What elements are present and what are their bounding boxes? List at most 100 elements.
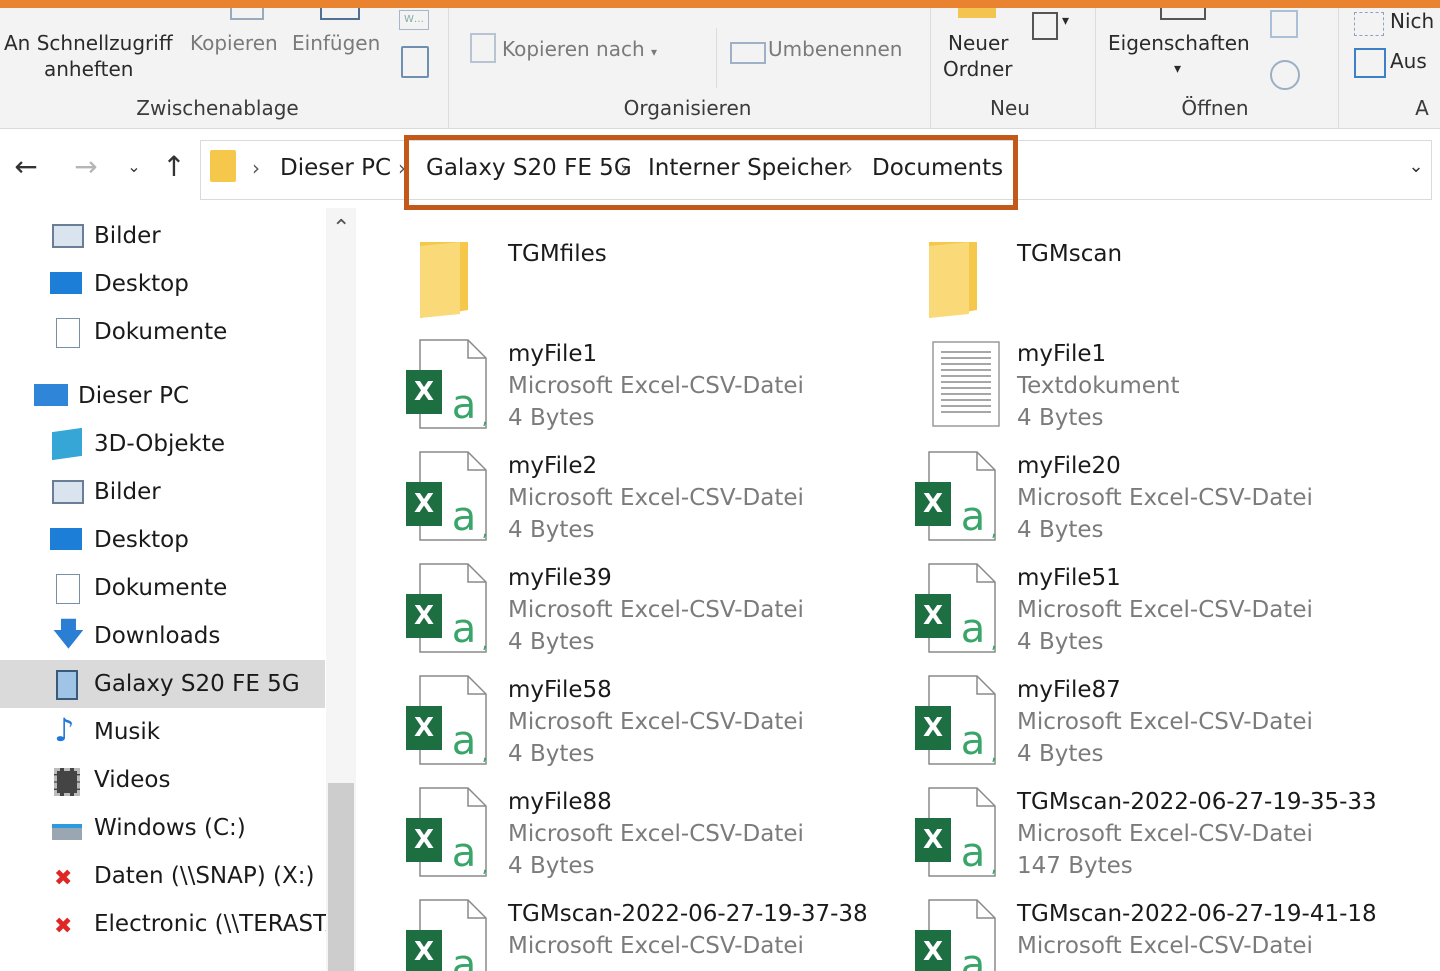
copy-button[interactable]: Kopieren — [190, 30, 278, 56]
excel-csv-icon: Xa, — [406, 338, 492, 438]
ribbon-separator — [448, 8, 449, 128]
file-type: Microsoft Excel-CSV-Datei — [1017, 485, 1313, 511]
sidebar-item-documents[interactable]: Dokumente — [0, 564, 325, 612]
copy-path-icon[interactable]: W… — [399, 10, 429, 30]
scroll-up-chevron-icon[interactable]: ⌃ — [332, 216, 350, 241]
properties-button[interactable]: Eigenschaften — [1108, 30, 1250, 56]
computer-icon — [34, 384, 68, 406]
sidebar-item-galaxy-s20[interactable]: Galaxy S20 FE 5G — [0, 660, 325, 708]
rename-button[interactable]: Umbenennen — [768, 36, 902, 62]
address-dropdown-chevron-icon[interactable]: ⌄ — [1400, 150, 1432, 184]
back-arrow-icon[interactable]: ← — [10, 150, 42, 184]
properties-dropdown-icon[interactable]: ▾ — [1174, 56, 1181, 82]
file-tile[interactable]: Xa, myFile88 Microsoft Excel-CSV-Datei 4 By… — [356, 786, 856, 894]
file-tile[interactable]: Xa, myFile51 Microsoft Excel-CSV-Datei 4 By… — [865, 562, 1365, 670]
pin-to-quick-access-button[interactable]: An Schnellzugriff — [4, 30, 173, 56]
file-tile[interactable]: Xa, myFile58 Microsoft Excel-CSV-Datei 4 By… — [356, 674, 856, 782]
sidebar-item-label: Bilder — [94, 223, 161, 249]
file-tile[interactable]: Xa, myFile2 Microsoft Excel-CSV-Datei 4 Byt… — [356, 450, 856, 558]
sidebar-item-windows-c[interactable]: Windows (C:) — [0, 804, 325, 852]
sidebar-item-daten-x[interactable]: ✖ Daten (\\SNAP) (X:) — [0, 852, 325, 900]
svg-text:a: a — [961, 606, 986, 652]
file-tile[interactable]: myFile1 Textdokument 4 Bytes — [865, 338, 1365, 446]
file-tile[interactable]: Xa, myFile1 Microsoft Excel-CSV-Datei 4 Byt… — [356, 338, 856, 446]
file-tile[interactable]: TGMscan — [865, 238, 1365, 346]
file-type: Microsoft Excel-CSV-Datei — [1017, 933, 1313, 959]
sidebar-item-pictures[interactable]: Bilder — [0, 468, 325, 516]
sidebar-item-desktop[interactable]: Desktop — [0, 516, 325, 564]
sidebar-item-label: Desktop — [94, 527, 189, 553]
sidebar-item-label: Dokumente — [94, 319, 228, 345]
excel-csv-icon: Xa, — [915, 786, 1001, 886]
svg-text:,: , — [482, 856, 488, 877]
svg-text:,: , — [991, 632, 997, 653]
paste-shortcut-icon[interactable] — [401, 46, 429, 78]
nav-scrollbar-thumb[interactable] — [328, 783, 354, 971]
file-type: Microsoft Excel-CSV-Datei — [1017, 709, 1313, 735]
sidebar-item-pictures-quick[interactable]: Bilder — [0, 212, 325, 260]
sidebar-item-electronic[interactable]: ✖ Electronic (\\TERASTA — [0, 900, 341, 948]
file-tile[interactable]: Xa, myFile20 Microsoft Excel-CSV-Datei 4 By… — [865, 450, 1365, 558]
file-tile[interactable]: Xa, TGMscan-2022-06-27-19-37-38 Microsoft … — [356, 898, 868, 971]
new-item-dropdown-icon[interactable]: ▾ — [1062, 8, 1069, 34]
copy-icon — [320, 8, 360, 20]
recent-locations-chevron-icon[interactable]: ⌄ — [118, 150, 150, 184]
new-folder-button[interactable]: Neuer — [948, 30, 1008, 56]
sidebar-item-this-pc[interactable]: Dieser PC — [0, 372, 325, 420]
path-highlight-box — [404, 135, 1018, 210]
ribbon-separator — [716, 28, 717, 88]
breadcrumb-chevron-icon[interactable]: › — [252, 150, 260, 186]
svg-text:,: , — [482, 744, 488, 765]
up-arrow-icon[interactable]: ↑ — [158, 150, 190, 184]
svg-text:a: a — [452, 718, 477, 764]
file-name: myFile2 — [508, 453, 598, 479]
sidebar-item-videos[interactable]: Videos — [0, 756, 325, 804]
breadcrumb-this-pc[interactable]: Dieser PC — [280, 150, 391, 186]
disconnected-network-drive-icon: ✖ — [54, 914, 73, 939]
svg-text:a: a — [961, 494, 986, 540]
file-tile[interactable]: Xa, TGMscan-2022-06-27-19-41-18 Microsoft … — [865, 898, 1377, 971]
file-size: 4 Bytes — [1017, 741, 1104, 767]
file-type: Microsoft Excel-CSV-Datei — [508, 373, 804, 399]
copy-to-button[interactable]: Kopieren nach ▾ — [502, 36, 657, 65]
file-tile[interactable]: Xa, myFile87 Microsoft Excel-CSV-Datei 4 By… — [865, 674, 1365, 782]
copy-to-icon — [470, 33, 496, 63]
file-name: myFile88 — [508, 789, 612, 815]
phone-device-icon — [56, 670, 78, 700]
history-icon[interactable] — [1270, 60, 1300, 90]
file-name: myFile51 — [1017, 565, 1121, 591]
sidebar-item-label: Dieser PC — [78, 383, 190, 409]
pin-icon — [230, 8, 264, 20]
paste-button[interactable]: Einfügen — [292, 30, 380, 56]
new-item-icon[interactable] — [1032, 12, 1058, 40]
sidebar-item-label: Musik — [94, 719, 161, 745]
select-none-button[interactable]: Nich — [1390, 8, 1434, 34]
file-size: 147 Bytes — [1017, 853, 1133, 879]
invert-selection-button[interactable]: Aus — [1390, 48, 1427, 74]
forward-arrow-icon[interactable]: → — [70, 150, 102, 184]
file-size: 4 Bytes — [508, 405, 595, 431]
svg-text:a: a — [452, 942, 477, 971]
invert-selection-icon — [1354, 48, 1386, 78]
file-tile[interactable]: Xa, myFile39 Microsoft Excel-CSV-Datei 4 By… — [356, 562, 856, 670]
window-accent-bar — [0, 0, 1440, 8]
file-tile[interactable]: Xa, TGMscan-2022-06-27-19-35-33 Microsoft … — [865, 786, 1377, 894]
file-size: 4 Bytes — [1017, 629, 1104, 655]
file-tile[interactable]: TGMfiles — [356, 238, 856, 346]
folder-icon — [915, 238, 1001, 338]
edit-icon[interactable] — [1270, 10, 1298, 38]
file-type: Microsoft Excel-CSV-Datei — [1017, 597, 1313, 623]
svg-text:X: X — [414, 825, 434, 855]
sidebar-item-desktop-quick[interactable]: Desktop — [0, 260, 325, 308]
file-type: Microsoft Excel-CSV-Datei — [508, 597, 804, 623]
desktop-icon — [50, 272, 82, 294]
sidebar-item-downloads[interactable]: 🡇 Downloads — [0, 612, 325, 660]
sidebar-item-documents-quick[interactable]: Dokumente — [0, 308, 325, 356]
sidebar-item-music[interactable]: ♪ Musik — [0, 708, 325, 756]
desktop-icon — [50, 528, 82, 550]
file-size: 4 Bytes — [1017, 405, 1104, 431]
clipboard-group-label: Zwischenablage — [136, 96, 299, 120]
svg-text:X: X — [923, 713, 943, 743]
sidebar-item-3d-objects[interactable]: 3D-Objekte — [0, 420, 325, 468]
select-group-label: A — [1415, 96, 1429, 120]
